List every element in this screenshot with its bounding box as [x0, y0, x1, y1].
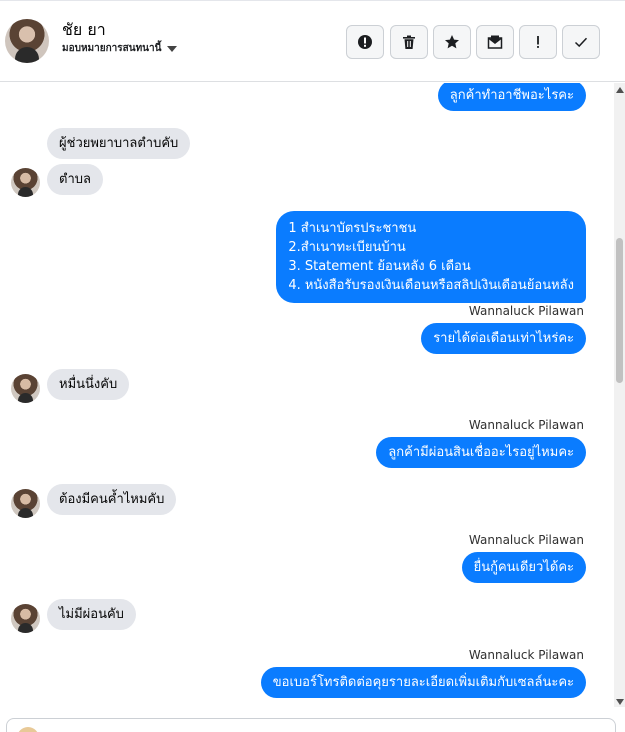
scroll-down-arrow-icon[interactable]	[616, 699, 624, 705]
delete-button[interactable]	[390, 25, 428, 59]
exclamation-circle-icon	[358, 35, 372, 49]
message-line: 4. หนังสือรับรองเงินเดือนหรือสลิปเงินเดื…	[288, 278, 574, 293]
message-line: 1 สำเนาบัตรประชาชน	[288, 221, 417, 236]
contact-avatar[interactable]	[5, 19, 49, 63]
assign-label: มอบหมายการสนทนานี้	[62, 43, 162, 54]
message-line: 2.สำเนาทะเบียนบ้าน	[288, 240, 406, 255]
incoming-message: ผู้ช่วยพยาบาลตำบคับ	[47, 128, 191, 159]
star-button[interactable]	[433, 25, 471, 59]
outgoing-message: ยื่นกู้คนเดียวได้คะ	[461, 552, 586, 583]
mark-done-button[interactable]	[562, 25, 600, 59]
conversation-header: ชัย ยา มอบหมายการสนทนานี้	[0, 0, 625, 82]
assign-conversation-dropdown[interactable]: มอบหมายการสนทนานี้	[62, 41, 178, 56]
scroll-thumb[interactable]	[616, 238, 623, 383]
exclamation-icon	[537, 36, 539, 48]
message-composer[interactable]	[6, 718, 616, 732]
scroll-up-arrow-icon[interactable]	[616, 87, 624, 93]
sender-name: Wannaluck Pilawan	[468, 418, 584, 432]
outgoing-message: ขอเบอร์โทรติดต่อคุยรายละเอียดเพิ่มเติมกั…	[260, 667, 586, 698]
incoming-message: ต้องมีคนค้ำไหมคับ	[47, 484, 177, 515]
outgoing-message: รายได้ต่อเดือนเท่าไหร่คะ	[421, 323, 586, 354]
envelope-icon	[487, 35, 503, 49]
trash-icon	[403, 35, 415, 49]
contact-avatar-small	[11, 374, 40, 403]
mark-unread-button[interactable]	[476, 25, 514, 59]
incoming-message: ตำบล	[47, 164, 103, 195]
incoming-message: ไม่มีผ่อนคับ	[47, 599, 136, 630]
message-line: 3. Statement ย้อนหลัง 6 เดือน	[288, 259, 471, 274]
incoming-message: หมื่นนึ่งคับ	[47, 369, 130, 400]
spam-button[interactable]	[346, 25, 384, 59]
contact-name[interactable]: ชัย ยา	[62, 18, 106, 43]
contact-avatar-small	[11, 604, 40, 633]
star-icon	[445, 35, 459, 49]
outgoing-message: ลูกค้าทำอาชีพอะไรคะ	[437, 83, 586, 111]
check-icon	[574, 37, 588, 48]
sender-name: Wannaluck Pilawan	[468, 648, 584, 662]
outgoing-message-documents: 1 สำเนาบัตรประชาชน 2.สำเนาทะเบียนบ้าน 3.…	[276, 211, 586, 303]
contact-avatar-small	[11, 489, 40, 518]
message-thread[interactable]: ลูกค้าทำอาชีพอะไรคะ ผู้ช่วยพยาบาลตำบคับ …	[0, 83, 614, 715]
thread-scrollbar[interactable]	[614, 83, 625, 707]
sender-name: Wannaluck Pilawan	[468, 533, 584, 547]
sender-name: Wannaluck Pilawan	[468, 304, 584, 318]
contact-avatar-small	[11, 168, 40, 197]
outgoing-message: ลูกค้ามีผ่อนสินเชื่ออะไรอยู่ไหมคะ	[376, 437, 586, 468]
follow-up-button[interactable]	[519, 25, 557, 59]
page-avatar-icon	[17, 727, 39, 732]
chevron-down-icon	[167, 45, 178, 52]
